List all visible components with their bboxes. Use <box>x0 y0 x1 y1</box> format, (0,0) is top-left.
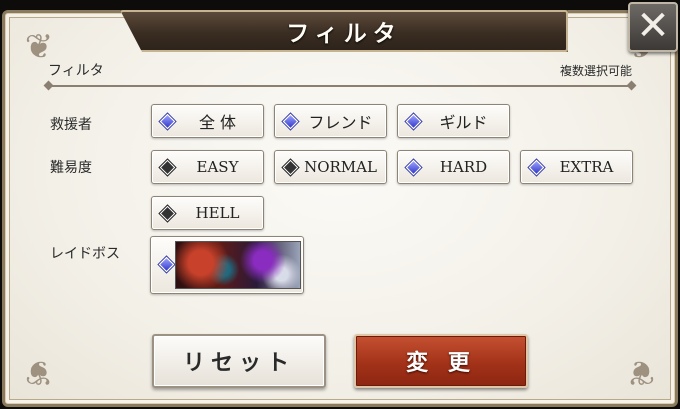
ornament-corner-icon: ❦ <box>626 352 656 392</box>
option-label: EXTRA <box>559 158 614 176</box>
difficulty-option-hell[interactable]: HELL <box>151 196 264 230</box>
reset-button[interactable]: リセット <box>152 334 326 388</box>
section-divider <box>48 85 632 87</box>
option-label: HELL <box>195 204 240 222</box>
difficulty-row-label: 難易度 <box>50 160 92 176</box>
raid-boss-row-label: レイドボス <box>50 246 120 262</box>
option-label: ギルド <box>439 113 488 132</box>
helper-row-label: 救援者 <box>50 117 92 133</box>
diamond-selected-icon <box>528 159 545 176</box>
diamond-selected-icon <box>405 113 422 130</box>
section-header: フィルタ 複数選択可能 <box>48 60 632 90</box>
diamond-selected-icon <box>405 159 422 176</box>
helper-option-friend[interactable]: フレンド <box>274 104 387 138</box>
close-icon: ✕ <box>636 3 670 49</box>
close-button[interactable]: ✕ <box>628 2 678 52</box>
apply-button[interactable]: 変 更 <box>354 334 528 388</box>
difficulty-option-normal[interactable]: NORMAL <box>274 150 387 184</box>
helper-option-guild[interactable]: ギルド <box>397 104 510 138</box>
difficulty-option-hard[interactable]: HARD <box>397 150 510 184</box>
ornament-corner-icon: ❦ <box>24 352 54 392</box>
diamond-selected-icon <box>282 113 299 130</box>
raid-boss-option[interactable] <box>150 236 304 294</box>
dialog-title-bar: フィルタ <box>120 10 568 52</box>
diamond-unselected-icon <box>282 159 299 176</box>
dialog-title: フィルタ <box>286 21 402 47</box>
diamond-unselected-icon <box>159 159 176 176</box>
difficulty-option-easy[interactable]: EASY <box>151 150 264 184</box>
raid-boss-portrait <box>175 241 301 289</box>
diamond-selected-icon <box>159 113 176 130</box>
diamond-unselected-icon <box>159 205 176 222</box>
helper-option-all[interactable]: 全 体 <box>151 104 264 138</box>
option-label: 全 体 <box>198 113 237 132</box>
diamond-selected-icon <box>158 256 175 273</box>
option-label: EASY <box>196 158 239 176</box>
option-label: フレンド <box>308 113 373 132</box>
section-title: フィルタ <box>48 63 104 79</box>
multi-select-note: 複数選択可能 <box>559 64 632 78</box>
difficulty-option-extra[interactable]: EXTRA <box>520 150 633 184</box>
option-label: NORMAL <box>304 158 377 176</box>
option-label: HARD <box>439 158 488 176</box>
